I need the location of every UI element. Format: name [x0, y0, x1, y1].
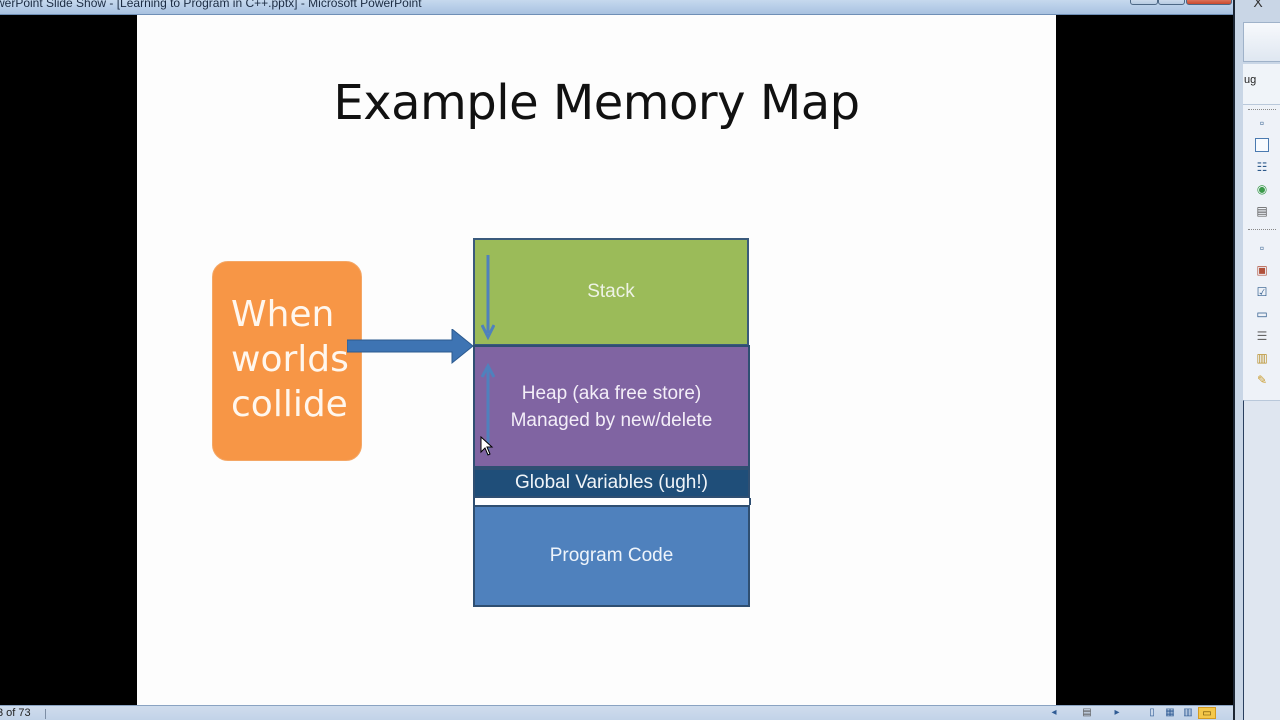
callout-box: When worlds collide — [212, 261, 362, 461]
next-slide-button[interactable]: ▸ — [1110, 707, 1124, 719]
target-icon[interactable]: ◉ — [1255, 182, 1269, 196]
arrow-right-icon — [347, 329, 474, 365]
list-icon[interactable]: ☰ — [1255, 329, 1269, 343]
pane-content — [1243, 400, 1280, 720]
memory-code-segment: Program Code — [473, 505, 750, 607]
slideshow-menu-button[interactable]: ▤ — [1080, 707, 1094, 719]
mouse-cursor-icon — [480, 436, 494, 456]
slide[interactable]: Example Memory Map When worlds collide S… — [137, 15, 1056, 705]
memory-stack-segment: Stack — [473, 238, 749, 346]
pane-icon-strip: ▫ ☷ ◉ ▤ ▫ ▣ ☑ ▭ ☰ ▥ ✎ — [1243, 104, 1280, 400]
clipboard-icon[interactable]: ▥ — [1255, 351, 1269, 365]
memory-heap-segment: Heap (aka free store) Managed by new/del… — [473, 345, 750, 468]
title-bar: werPoint Slide Show - [Learning to Progr… — [0, 0, 1240, 15]
maximize-button[interactable] — [1158, 0, 1185, 5]
status-bar: 3 of 73 ◂ ▤ ▸ ▯ ▦ ▥ ▭ — [0, 705, 1233, 720]
slideshow-view-icon[interactable]: ▭ — [1198, 707, 1216, 719]
callout-line: When — [231, 294, 335, 335]
slide-counter: 3 of 73 — [0, 707, 31, 719]
separator — [1248, 229, 1276, 231]
picture-icon[interactable]: ▣ — [1255, 263, 1269, 277]
screen: werPoint Slide Show - [Learning to Progr… — [0, 0, 1280, 720]
restore-icon[interactable]: ▫ — [1255, 241, 1269, 255]
restore-icon[interactable]: ▫ — [1255, 116, 1269, 130]
stack-growth-arrow-icon — [481, 255, 495, 341]
outline-icon[interactable]: ☷ — [1255, 160, 1269, 174]
heap-label-line1: Heap (aka free store) — [521, 382, 702, 404]
window-title: werPoint Slide Show - [Learning to Progr… — [0, 0, 422, 10]
previous-slide-button[interactable]: ◂ — [1047, 707, 1061, 719]
pane-tab[interactable] — [1243, 22, 1280, 62]
separator — [45, 709, 46, 719]
wand-icon[interactable]: ✎ — [1255, 373, 1269, 387]
code-label: Program Code — [549, 545, 674, 566]
document-icon[interactable]: ▤ — [1255, 204, 1269, 218]
slide-sorter-icon[interactable]: ▦ — [1163, 707, 1177, 719]
minimize-button[interactable] — [1130, 0, 1158, 5]
task-pane: X ug ▫ ☷ ◉ ▤ ▫ ▣ ☑ ▭ ☰ ▥ ✎ — [1233, 0, 1280, 720]
checklist-icon[interactable]: ☑ — [1255, 285, 1269, 299]
normal-view-icon[interactable]: ▯ — [1145, 707, 1159, 719]
close-button[interactable] — [1186, 0, 1232, 5]
reading-view-icon[interactable]: ▥ — [1181, 707, 1195, 719]
callout-text: When worlds collide — [231, 292, 356, 427]
monitor-icon[interactable]: ▭ — [1255, 307, 1269, 321]
callout-line: collide — [231, 384, 348, 425]
window-icon[interactable] — [1255, 138, 1269, 152]
separator — [1248, 109, 1276, 111]
memory-globals-segment: Global Variables (ugh!) — [473, 468, 750, 498]
callout-line: worlds — [231, 339, 349, 380]
heap-label-line2: Managed by new/delete — [510, 409, 713, 431]
pane-label: ug — [1243, 64, 1280, 104]
globals-label: Global Variables (ugh!) — [515, 472, 708, 493]
memory-gap — [473, 498, 751, 505]
stack-label: Stack — [587, 281, 635, 302]
slide-title: Example Memory Map — [333, 75, 860, 131]
pane-close-button[interactable]: X — [1243, 0, 1273, 10]
